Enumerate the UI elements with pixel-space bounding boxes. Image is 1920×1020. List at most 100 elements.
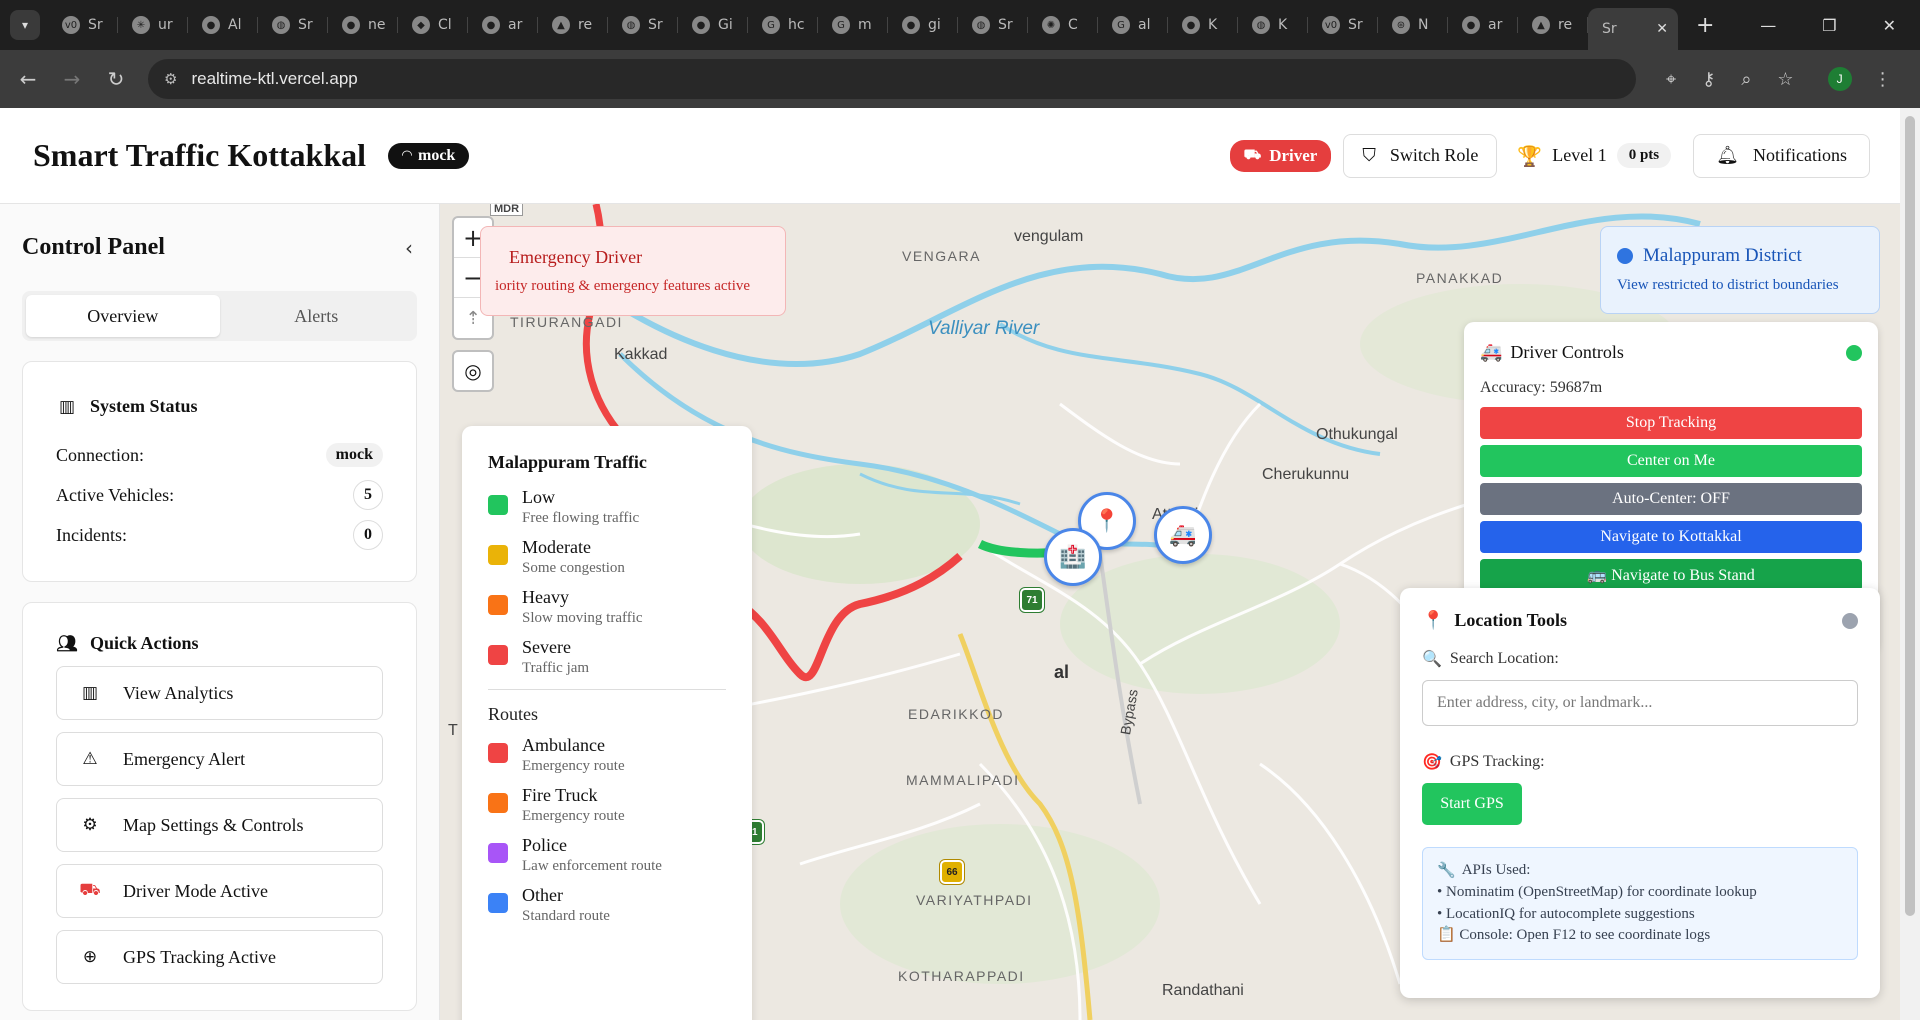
close-tab-icon[interactable]: ✕ xyxy=(1656,21,1668,37)
restore-button[interactable]: ❐ xyxy=(1822,16,1836,35)
legend-item: Heavy Slow moving traffic xyxy=(488,587,726,627)
tab-label: Sr xyxy=(1602,21,1617,37)
gps-label: GPS Tracking: xyxy=(1449,752,1545,770)
start-gps-button[interactable]: Start GPS xyxy=(1422,783,1522,825)
browser-tab[interactable]: ● Gi xyxy=(678,7,748,43)
map-label: vengulam xyxy=(1014,228,1084,245)
map-label: Cherukunnu xyxy=(1262,466,1350,483)
legend-item-name: Low xyxy=(522,487,555,507)
level-label: Level 1 xyxy=(1552,145,1607,165)
driver-button-navigate-to-bus-stand[interactable]: 🚌 Navigate to Bus Stand xyxy=(1480,559,1862,591)
legend-item: Ambulance Emergency route xyxy=(488,735,726,775)
tab-alerts[interactable]: Alerts xyxy=(220,295,414,337)
browser-tab-bar: ▾ v0 Sr ✳ ur ● Al ◍ Sr ● ne ◆ Cl ● ar ▲ re ◍ Sr ● Gi Ghc Gm ● g… xyxy=(0,0,1920,50)
globe-icon: ◍ xyxy=(972,16,990,34)
browser-tab[interactable]: v0 Sr xyxy=(1308,7,1378,43)
system-status-title: System Status xyxy=(90,396,198,416)
minimize-button[interactable]: — xyxy=(1760,16,1776,35)
collapse-sidebar-icon[interactable]: ‹ xyxy=(405,236,413,260)
address-bar[interactable]: ⚙ realtime-ktl.vercel.app xyxy=(148,59,1636,99)
legend-item-name: Moderate xyxy=(522,537,591,557)
browser-tab[interactable]: ● gi xyxy=(888,7,958,43)
browser-tab[interactable]: ◍ K xyxy=(1238,7,1308,43)
browser-tab[interactable]: Gal xyxy=(1098,7,1168,43)
zoom-icon[interactable]: ⌕ xyxy=(1741,69,1751,90)
browser-tab-active[interactable]: Sr ✕ xyxy=(1588,8,1678,50)
browser-tab[interactable]: v0 Sr xyxy=(48,7,118,43)
site-info-icon[interactable]: ⚙ xyxy=(164,70,177,88)
browser-tab[interactable]: ▲ re xyxy=(1518,7,1588,43)
forward-button[interactable]: → xyxy=(50,67,94,91)
legend-item: Moderate Some congestion xyxy=(488,537,726,577)
driver-button-stop-tracking[interactable]: Stop Tracking xyxy=(1480,407,1862,439)
switch-role-button[interactable]: ⛉ Switch Role xyxy=(1343,133,1498,178)
location-pin-icon[interactable]: ⌖ xyxy=(1666,69,1676,90)
key-icon[interactable]: ⚷ xyxy=(1702,69,1715,90)
tab-label: al xyxy=(1138,17,1151,33)
close-window-button[interactable]: ✕ xyxy=(1883,16,1896,35)
driver-button-auto-center-off[interactable]: Auto-Center: OFF xyxy=(1480,483,1862,515)
browser-tab[interactable]: Ghc xyxy=(748,7,818,43)
browser-tab[interactable]: ● K xyxy=(1168,7,1238,43)
map-marker-ambulance[interactable]: 🚑 xyxy=(1154,506,1212,564)
legend-item-sub: Law enforcement route xyxy=(522,858,662,874)
legend-item-sub: Emergency route xyxy=(522,808,625,824)
browser-tab[interactable]: Gm xyxy=(818,7,888,43)
gps-tracking-button[interactable]: ⊕ GPS Tracking Active xyxy=(56,930,383,984)
view-analytics-button[interactable]: ▥ View Analytics xyxy=(56,666,383,720)
map-marker-hospital[interactable]: 🏥 xyxy=(1044,528,1102,586)
browser-tab[interactable]: ◍ Sr xyxy=(958,7,1028,43)
points-badge: 0 pts xyxy=(1616,143,1672,168)
browser-tab[interactable]: ● ar xyxy=(468,7,538,43)
map-label: Kakkad xyxy=(614,346,668,363)
tab-search-button[interactable]: ▾ xyxy=(10,10,40,40)
map-label: VARIYATHPADI xyxy=(916,892,1033,908)
driver-button-center-on-me[interactable]: Center on Me xyxy=(1480,445,1862,477)
browser-tab[interactable]: ▲ re xyxy=(538,7,608,43)
quick-action-label: Emergency Alert xyxy=(123,748,246,769)
google-icon: G xyxy=(832,16,850,34)
map-label: KOTHARAPPADI xyxy=(898,968,1025,984)
driver-mode-button[interactable]: ⛟ Driver Mode Active xyxy=(56,864,383,918)
map-settings-button[interactable]: ⚙ Map Settings & Controls xyxy=(56,798,383,852)
new-tab-button[interactable]: + xyxy=(1696,13,1714,38)
quick-actions-card: 👥︎ Quick Actions ▥ View Analytics ⚠ Emer… xyxy=(22,602,417,1011)
browser-menu-icon[interactable]: ⋮ xyxy=(1874,69,1892,90)
browser-tab[interactable]: ✳ ur xyxy=(118,7,188,43)
location-tools-title: Location Tools xyxy=(1454,610,1567,630)
notifications-button[interactable]: 🔔︎ Notifications xyxy=(1693,133,1870,178)
google-icon: G xyxy=(762,16,780,34)
role-badge: ⛟ Driver xyxy=(1229,139,1332,172)
map-label: Randathani xyxy=(1162,982,1244,999)
browser-tab[interactable]: ● ar xyxy=(1448,7,1518,43)
reload-button[interactable]: ↻ xyxy=(94,67,138,91)
driver-controls-title: Driver Controls xyxy=(1510,342,1624,362)
crosshair-icon: ◎ xyxy=(464,359,482,383)
tab-overview[interactable]: Overview xyxy=(26,295,220,337)
tab-label: Sr xyxy=(88,17,103,33)
browser-tab[interactable]: ◆ Cl xyxy=(398,7,468,43)
scrollbar-thumb[interactable] xyxy=(1905,116,1915,916)
browser-tab[interactable]: ● ne xyxy=(328,7,398,43)
back-button[interactable]: ← xyxy=(6,67,50,91)
profile-avatar[interactable]: J xyxy=(1827,67,1852,91)
v0-icon: v0 xyxy=(62,16,80,34)
triangle-icon: ▲ xyxy=(1532,16,1550,34)
browser-tab[interactable]: ✺ C xyxy=(1028,7,1098,43)
tab-label: ar xyxy=(1488,17,1503,33)
info-dot-icon xyxy=(1617,248,1633,264)
page-scrollbar[interactable] xyxy=(1900,108,1920,1020)
github-icon: ● xyxy=(1182,16,1200,34)
driver-button-navigate-to-kottakkal[interactable]: Navigate to Kottakkal xyxy=(1480,521,1862,553)
browser-tab[interactable]: ◍ Sr xyxy=(258,7,328,43)
map-view[interactable]: vengulam VENGARA PANAKKAD TIRURANGADI Va… xyxy=(440,204,1900,1020)
browser-tab[interactable]: ● Al xyxy=(188,7,258,43)
tab-label: Al xyxy=(228,17,242,33)
browser-tab[interactable]: ◍ Sr xyxy=(608,7,678,43)
geolocate-button[interactable]: ◎ xyxy=(452,350,494,392)
map-label: al xyxy=(1054,662,1070,682)
emergency-alert-button[interactable]: ⚠ Emergency Alert xyxy=(56,732,383,786)
location-search-input[interactable] xyxy=(1422,680,1858,726)
browser-tab[interactable]: ⊛ N xyxy=(1378,7,1448,43)
bookmark-star-icon[interactable]: ☆ xyxy=(1777,69,1793,90)
